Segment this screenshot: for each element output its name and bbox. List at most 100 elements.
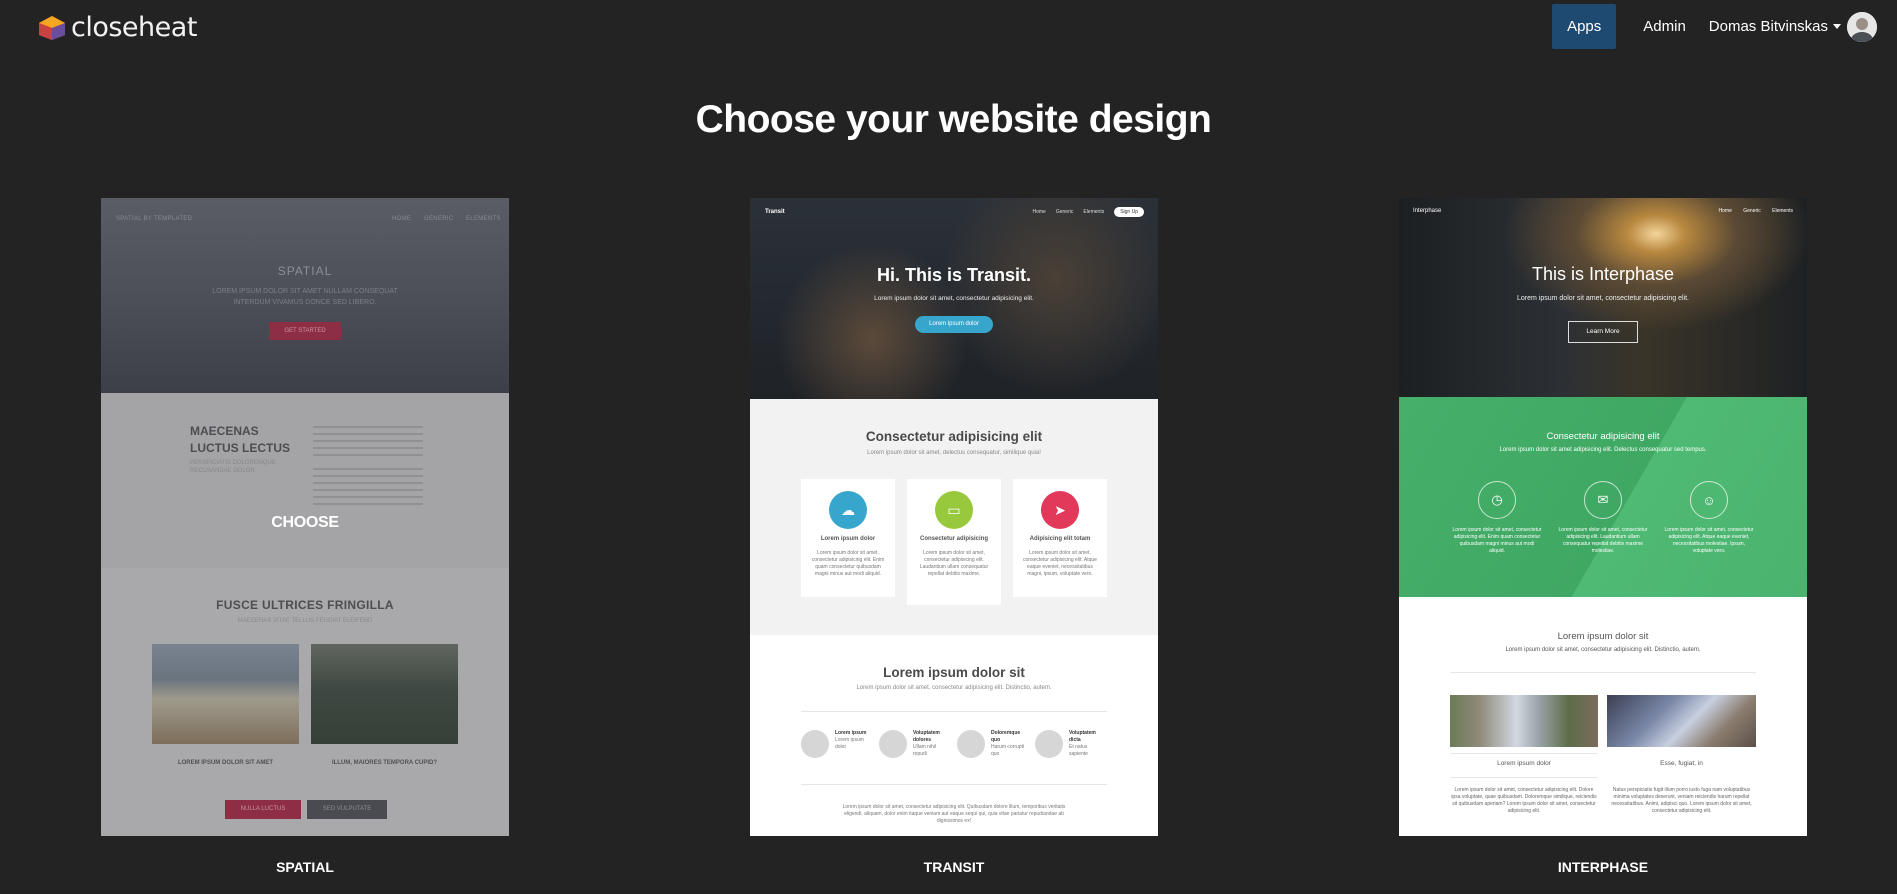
transit-team-member: Lorem ipsum Lorem ipsum dolor (801, 730, 871, 758)
interphase-feature-text: Lorem ipsum dolor sit amet, consectetur … (1452, 527, 1542, 554)
chat-icon: ✉ (1584, 481, 1622, 519)
nav-right: Apps Admin Domas Bitvinskas (1552, 4, 1877, 49)
spatial-mid-section: MAECENAS LUCTUS LECTUS PERSPICIATIS DOLO… (101, 393, 509, 568)
spatial-hero-subtitle: LOREM IPSUM DOLOR SIT AMET NULLAM CONSEQ… (101, 286, 509, 308)
interphase-text-2: Natus perspiciatis fugit illum porro ius… (1611, 787, 1752, 814)
transit-hero-title: Hi. This is Transit. (876, 265, 1032, 285)
design-label-transit[interactable]: TRANSIT (750, 859, 1158, 875)
interphase-feature: ◷ Lorem ipsum dolor sit amet, consectetu… (1452, 481, 1542, 555)
interphase-street-image (1450, 695, 1598, 747)
transit-features-title: Consectetur adipisicing elit (865, 429, 1043, 444)
avatar (1035, 730, 1063, 758)
divider (1450, 777, 1598, 778)
design-label-spatial[interactable]: SPATIAL (101, 859, 509, 875)
interphase-caption-2: Esse, fugiat, in (1660, 760, 1703, 767)
spatial-hero: SPATIAL BY TEMPLATED HOME GENERIC ELEMEN… (101, 198, 509, 393)
transit-feature-box: ☁ Lorem ipsum dolor Lorem ipsum dolor si… (801, 479, 895, 597)
member-role: Et natus sapiente (1069, 744, 1088, 757)
spatial-nav-home: HOME (392, 216, 412, 222)
transit-features-sub: Lorem ipsum dolor sit amet, delectus con… (867, 450, 1041, 456)
interphase-hero-sub: Lorem ipsum dolor sit amet, consectetur … (1517, 295, 1689, 302)
transit-features-section: Consectetur adipisicing elit Lorem ipsum… (750, 399, 1158, 635)
user-glyph: ☺ (1702, 492, 1716, 508)
spatial-hero-sub-line1: LOREM IPSUM DOLOR SIT AMET NULLAM CONSEQ… (212, 288, 398, 295)
closeheat-logo-icon (39, 15, 65, 40)
transit-team-member: Doloremque quo Harum corrupti quo (957, 730, 1027, 758)
member-name: Lorem ipsum (835, 730, 867, 736)
interphase-text-1: Lorem ipsum dolor sit amet, consectetur … (1451, 787, 1597, 814)
interphase-bottom-sub: Lorem ipsum dolor sit amet, consectetur … (1505, 647, 1701, 653)
user-name: Domas Bitvinskas (1708, 18, 1828, 35)
spatial-mid-heading: MAECENAS LUCTUS LECTUS (190, 423, 290, 457)
interphase-feature-text: Lorem ipsum dolor sit amet, consectetur … (1558, 527, 1648, 554)
nav-link-admin[interactable]: Admin (1628, 4, 1701, 49)
divider (801, 784, 1107, 785)
divider (1450, 753, 1598, 754)
transit-nav-generic: Generic (1055, 209, 1074, 215)
brand-name: closeheat (71, 12, 197, 43)
transit-feature-box: ▭ Consectetur adipisicing Lorem ipsum do… (907, 479, 1001, 605)
chat-glyph: ✉ (1597, 492, 1609, 507)
avatar (801, 730, 829, 758)
interphase-features-sub: Lorem ipsum dolor sit amet adipisicing e… (1499, 447, 1707, 453)
transit-nav: Home Generic Elements Sign Up (1023, 207, 1144, 217)
interphase-caption-1: Lorem ipsum dolor (1497, 760, 1551, 767)
transit-nav-elements: Elements (1083, 209, 1105, 215)
interphase-nav-home: Home (1718, 208, 1732, 214)
transit-feature-title: Lorem ipsum dolor (820, 536, 876, 542)
interphase-nav: Home Generic Elements (1709, 208, 1793, 214)
spatial-mid-sub-line2: RECUSANDAE DOLOR (190, 468, 255, 474)
interphase-hero-title: This is Interphase (1531, 264, 1675, 284)
interphase-feature: ✉ Lorem ipsum dolor sit amet, consectetu… (1558, 481, 1648, 555)
spatial-nav-elements: ELEMENTS (466, 216, 501, 222)
transit-feature-text: Lorem ipsum dolor sit amet, consectetur … (811, 550, 885, 577)
choose-overlay-label[interactable]: CHOOSE (101, 514, 509, 532)
transit-team-sub: Lorem ipsum dolor sit amet, consectetur … (856, 685, 1052, 691)
member-name: Voluptatem dolores (913, 730, 940, 743)
cloud-glyph: ☁ (841, 501, 855, 518)
clock-glyph: ◷ (1491, 492, 1503, 507)
spatial-text-lines (313, 421, 423, 510)
cloud-icon: ☁ (829, 491, 867, 529)
spatial-mid-sub: PERSPICIATIS DOLOREMQUE RECUSANDAE DOLOR (190, 459, 276, 475)
transit-logo: Transit (765, 209, 785, 215)
design-label-interphase[interactable]: INTERPHASE (1399, 859, 1807, 875)
avatar (957, 730, 985, 758)
interphase-logo: Interphase (1413, 208, 1442, 214)
nav-link-apps[interactable]: Apps (1552, 4, 1617, 49)
user-icon: ☺ (1690, 481, 1728, 519)
transit-feature-text: Lorem ipsum dolor sit amet, consectetur … (1023, 550, 1097, 577)
spatial-brand: SPATIAL BY TEMPLATED (116, 216, 193, 222)
spatial-nav-generic: GENERIC (424, 216, 454, 222)
design-card-interphase[interactable]: Interphase Home Generic Elements This is… (1399, 198, 1807, 836)
desktop-glyph: ▭ (947, 501, 961, 518)
spatial-hero-title: SPATIAL (277, 264, 333, 278)
transit-hero: Transit Home Generic Elements Sign Up Hi… (750, 198, 1158, 399)
brand-logo-link[interactable]: closeheat (38, 12, 197, 43)
transit-feature-box: ➤ Adipisicing elit totam Lorem ipsum dol… (1013, 479, 1107, 597)
avatar (1847, 11, 1877, 42)
rocket-glyph: ➤ (1054, 501, 1066, 518)
clock-icon: ◷ (1478, 481, 1516, 519)
divider (801, 711, 1107, 712)
design-card-spatial[interactable]: SPATIAL BY TEMPLATED HOME GENERIC ELEMEN… (101, 198, 509, 836)
page-title: Choose your website design (695, 98, 1212, 141)
member-name: Voluptatem dicta (1069, 730, 1096, 743)
transit-hero-button: Lorem ipsum dolor (915, 316, 993, 333)
spatial-caption-1: LOREM IPSUM DOLOR SIT AMET (177, 760, 274, 766)
spatial-forest-image (311, 644, 458, 744)
spatial-beach-image (152, 644, 299, 744)
member-role: Harum corrupti quo (991, 744, 1025, 757)
transit-nav-home: Home (1032, 209, 1046, 215)
navbar: closeheat Apps Admin Domas Bitvinskas (0, 0, 1897, 52)
transit-team-section: Lorem ipsum dolor sit Lorem ipsum dolor … (750, 635, 1158, 836)
design-card-transit[interactable]: Transit Home Generic Elements Sign Up Hi… (750, 198, 1158, 836)
spatial-bottom-section: FUSCE ULTRICES FRINGILLA MAECENAS VITAE … (101, 568, 509, 836)
rocket-icon: ➤ (1041, 491, 1079, 529)
spatial-caption-2: ILLUM, MAIORES TEMPORA CUPID? (331, 760, 438, 766)
spatial-hero-sub-line2: INTERDUM VIVAMUS DONCE SED LIBERO. (233, 299, 377, 306)
spatial-mid-sub-line1: PERSPICIATIS DOLOREMQUE (190, 460, 276, 466)
interphase-nav-generic: Generic (1743, 208, 1761, 214)
transit-team-member: Voluptatem dolores Ullam nihil repudi (879, 730, 949, 758)
user-menu-dropdown[interactable]: Domas Bitvinskas (1708, 11, 1877, 42)
